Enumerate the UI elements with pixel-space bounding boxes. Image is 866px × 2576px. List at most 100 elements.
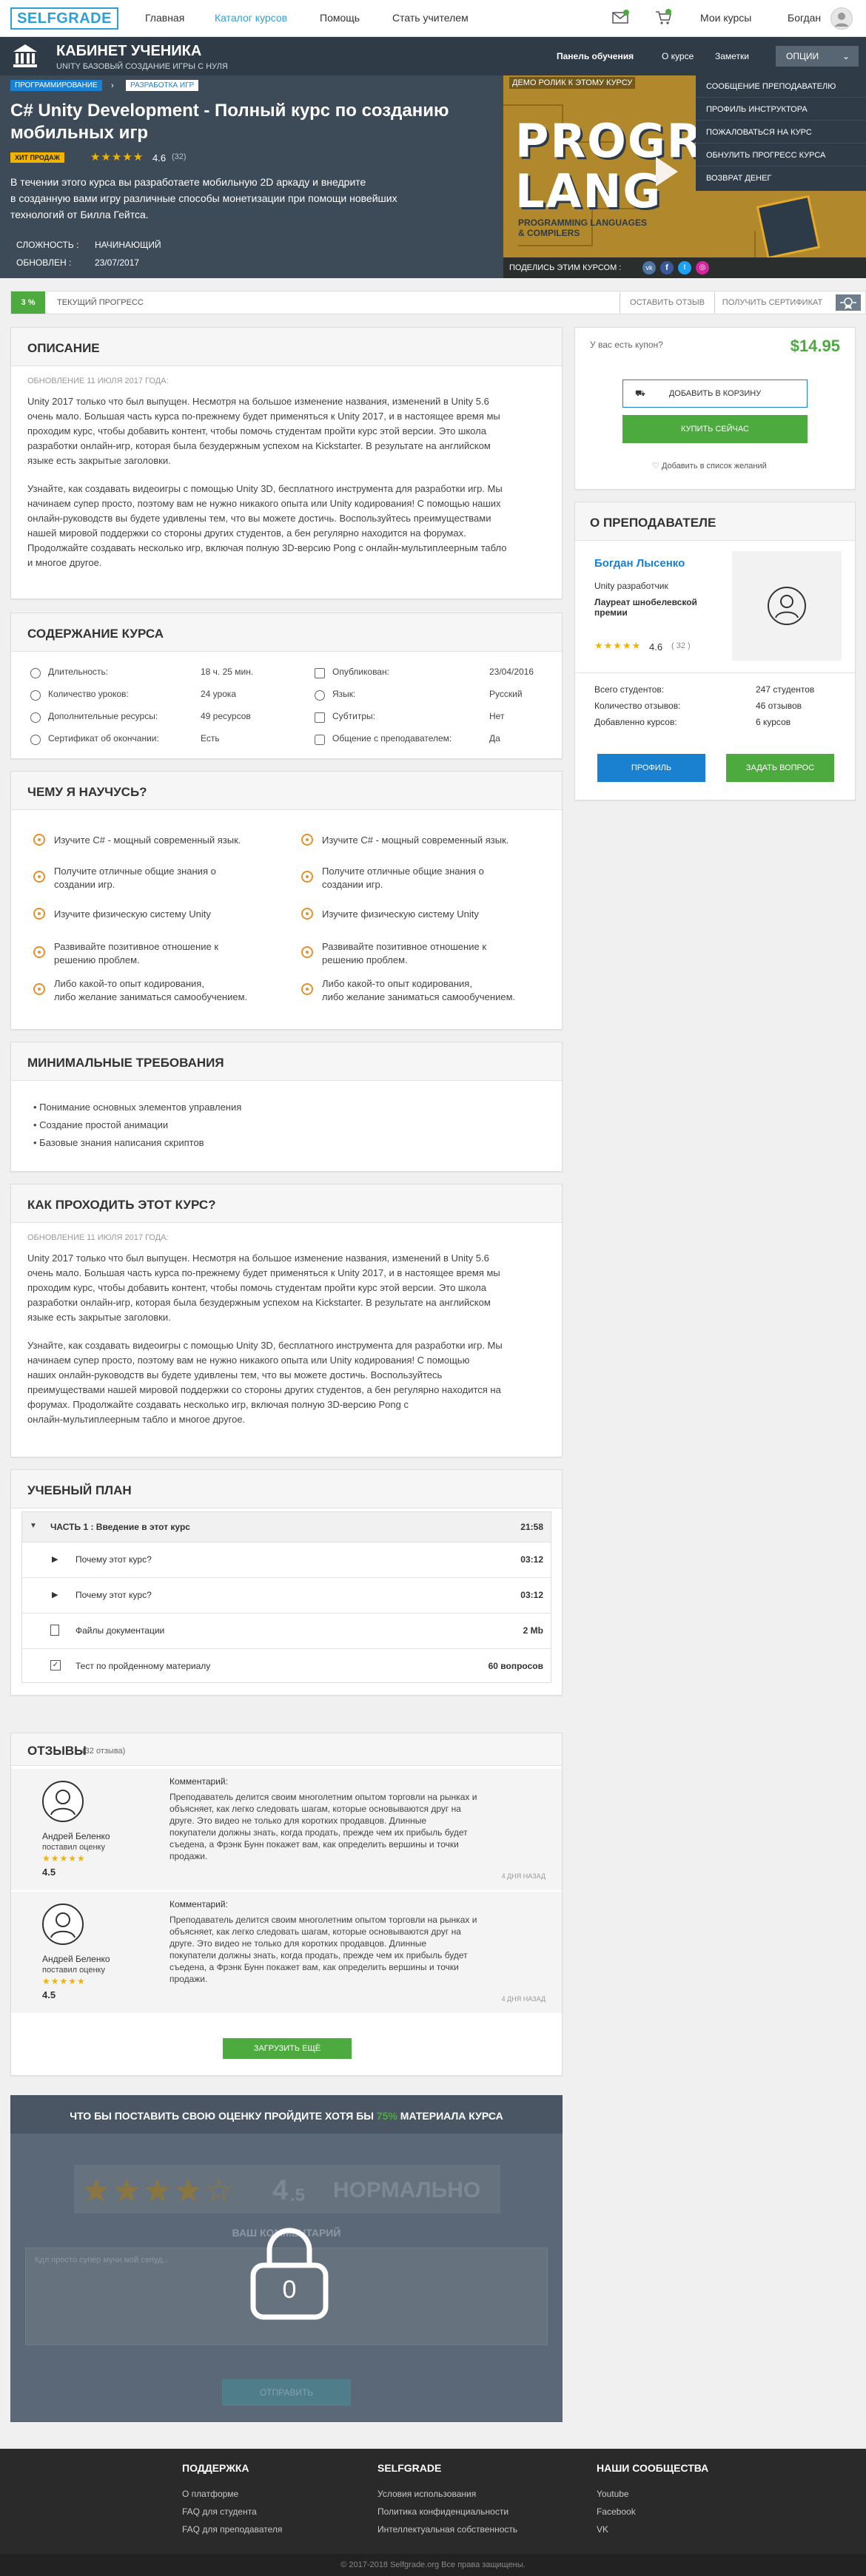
complexity-label: СЛОЖНОСТЬ : <box>16 240 79 250</box>
nav-help-link[interactable]: Помощь <box>320 12 360 24</box>
learn-left-item: Либо какой-то опыт кодирования, либо жела… <box>54 978 248 1002</box>
leave-review-button[interactable]: ОСТАВИТЬ ОТЗЫВ <box>620 292 714 313</box>
content-title: СОДЕРЖАНИЕ КУРСА <box>27 627 164 641</box>
description-title: ОПИСАНИЕ <box>27 341 100 355</box>
load-more-button[interactable]: ЗАГРУЗИТЬ ЕЩЁ <box>223 2038 352 2059</box>
user-name[interactable]: Богдан <box>788 12 821 24</box>
footer-link[interactable]: О платформе <box>182 2489 238 2499</box>
description-p1-line: проходим курс, чтобы добавить контент, ч… <box>27 425 486 436</box>
nav-teacher-link[interactable]: Стать учителем <box>392 12 469 24</box>
footer-link[interactable]: Youtube <box>597 2489 629 2499</box>
duration-value: 18 ч. 25 мин. <box>201 667 254 677</box>
learn-bullet-icon <box>301 946 313 958</box>
footer-link[interactable]: Facebook <box>597 2506 636 2517</box>
stat-label: Добавленно курсов: <box>594 717 677 727</box>
breadcrumb-programming[interactable]: ПРОГРАММИРОВАНИЕ <box>10 80 102 91</box>
buy-now-button[interactable]: КУПИТЬ СЕЙЧАС <box>622 415 808 443</box>
lesson-row[interactable]: ▶ Почему этот курс? 03:12 <box>22 1542 551 1577</box>
nav-home-link[interactable]: Главная <box>145 12 184 24</box>
avatar-icon[interactable] <box>830 7 853 30</box>
tab-about[interactable]: О курсе <box>662 51 694 61</box>
breadcrumb-game-dev[interactable]: РАЗРАБОТКА ИГР <box>126 80 199 91</box>
instagram-share-icon[interactable]: ◎ <box>696 261 709 274</box>
lessons-label: Количество уроков: <box>48 689 129 699</box>
published-value: 23/04/2016 <box>489 667 534 677</box>
teacher-rating: 4.6 <box>649 641 663 653</box>
menu-report-course[interactable]: ПОЖАЛОВАТЬСЯ НА КУРС <box>696 121 866 144</box>
school-icon <box>10 41 40 71</box>
lesson-size: 2 Mb <box>523 1625 543 1636</box>
teacher-profile-button[interactable]: ПРОФИЛЬ <box>597 754 705 782</box>
nav-catalog-link[interactable]: Каталог курсов <box>215 12 287 24</box>
rate-title: ЧТО БЫ ПОСТАВИТЬ СВОЮ ОЦЕНКУ ПРОЙДИТЕ ХО… <box>70 2110 503 2122</box>
wishlist-link[interactable]: ♡ Добавить в список желаний <box>652 461 767 471</box>
review-date: 4 ДНЯ НАЗАД <box>501 1872 546 1880</box>
learn-left-item: Изучите C# - мощный современный язык. <box>54 834 241 846</box>
facebook-share-icon[interactable]: f <box>660 261 674 274</box>
course-description-line3: технологий от Билла Гейтса. <box>10 209 149 220</box>
rate-score: 4 <box>272 2175 289 2206</box>
my-courses-link[interactable]: Мои курсы <box>700 12 751 24</box>
footer-link[interactable]: Условия использования <box>377 2489 476 2499</box>
video-sub-text: PROGRAMMING LANGUAGES <box>518 218 647 228</box>
footer-link[interactable]: FAQ для преподавателя <box>182 2524 282 2535</box>
menu-refund[interactable]: ВОЗВРАТ ДЕНЕГ <box>696 167 866 189</box>
lesson-row[interactable]: ▶ Почему этот курс? 03:12 <box>22 1577 551 1613</box>
footer-link[interactable]: VK <box>597 2524 608 2535</box>
footer-support-title: ПОДДЕРЖКА <box>182 2462 249 2474</box>
play-icon[interactable] <box>656 157 678 186</box>
progress-label: ТЕКУЩИЙ ПРОГРЕСС <box>57 298 144 307</box>
site-logo[interactable]: SELFGRADE <box>10 7 118 30</box>
cart-icon[interactable] <box>654 9 672 25</box>
learn-right-item: Изучите C# - мощный современный язык. <box>322 834 509 846</box>
menu-message-teacher[interactable]: СООБЩЕНИЕ ПРЕПОДАВАТЕЛЮ <box>696 75 866 98</box>
teacher-stars-icon: ★★★★★ <box>594 640 642 651</box>
lesson-row[interactable]: Файлы документации 2 Mb <box>22 1613 551 1648</box>
heart-icon: ♡ <box>652 462 659 471</box>
add-to-cart-button[interactable]: ⛟ ДОБАВИТЬ В КОРЗИНУ <box>622 380 808 408</box>
vk-share-icon[interactable]: vk <box>642 261 656 274</box>
teacher-name[interactable]: Богдан Лысенко <box>594 557 685 570</box>
footer-link[interactable]: Интеллектуальная собственность <box>377 2524 517 2535</box>
lesson-title: Файлы документации <box>75 1625 165 1636</box>
options-button[interactable]: ОПЦИИ ⌄ <box>776 46 859 67</box>
get-certificate-button[interactable]: ПОЛУЧИТЬ СЕРТИФИКАТ <box>714 292 830 313</box>
subtitles-label: Субтитры: <box>332 711 376 721</box>
footer-link[interactable]: FAQ для студента <box>182 2506 257 2517</box>
menu-instructor-profile[interactable]: ПРОФИЛЬ ИНСТРУКТОРА <box>696 98 866 121</box>
lesson-time: 03:12 <box>520 1554 543 1565</box>
ask-question-button[interactable]: ЗАДАТЬ ВОПРОС <box>726 754 834 782</box>
cabinet-header: КАБИНЕТ УЧЕНИКА UNITY БАЗОВЫЙ СОЗДАНИЕ И… <box>0 37 503 75</box>
learn-bullet-icon <box>33 834 45 846</box>
certificate-icon[interactable] <box>836 294 861 311</box>
avatar-icon <box>42 1904 84 1945</box>
tab-notes[interactable]: Заметки <box>715 51 749 61</box>
menu-reset-progress[interactable]: ОБНУЛИТЬ ПРОГРЕСС КУРСА <box>696 144 866 166</box>
description-p1-line: очень мало. Большая часть курса по-прежн… <box>27 411 500 422</box>
progress-percent: 3 % <box>11 291 45 314</box>
mail-icon[interactable] <box>611 9 629 25</box>
tab-dashboard[interactable]: Панель обучения <box>557 51 634 61</box>
review-item: Андрей Беленко поставил оценку ★★★★★ 4.5… <box>11 1769 562 1890</box>
certificate-icon <box>30 735 41 745</box>
description-p1-line: разработки онлайн-игр, которая была безу… <box>27 440 491 451</box>
teacher-chat-value: Да <box>489 733 500 744</box>
footer-link[interactable]: Политика конфиденциальности <box>377 2506 508 2517</box>
description-p2-line: Узнайте, как создавать видеоигры с помощ… <box>27 483 503 494</box>
resources-value: 49 ресурсов <box>201 711 251 721</box>
lesson-title: Тест по пройденному материалу <box>75 1661 211 1671</box>
demo-video[interactable]: ДЕМО РОЛИК К ЭТОМУ КУРСУ PROGRA LANG PRO… <box>503 75 866 278</box>
lesson-row[interactable]: ✓ Тест по пройденному материалу 60 вопро… <box>22 1648 551 1682</box>
bestseller-badge: ХИТ ПРОДАЖ <box>10 152 64 163</box>
cart-icon: ⛟ <box>635 389 645 398</box>
wishlist-label: Добавить в список желаний <box>661 462 767 471</box>
section-row[interactable]: ▼ ЧАСТЬ 1 : Введение в этот курс 21:58 <box>22 1512 551 1542</box>
rate-stars-icon[interactable]: ★★★★☆ <box>81 2172 235 2210</box>
progress-bar: 3 % ТЕКУЩИЙ ПРОГРЕСС ОСТАВИТЬ ОТЗЫВ ПОЛУ… <box>10 291 866 314</box>
stat-value: 46 отзывов <box>756 701 802 711</box>
submit-rating-button[interactable]: ОТПРАВИТЬ <box>222 2379 351 2406</box>
twitter-share-icon[interactable]: t <box>678 261 691 274</box>
coupon-link[interactable]: У вас есть купон? <box>590 340 663 350</box>
play-icon: ▶ <box>52 1555 58 1564</box>
rate-score-suffix: .5 <box>290 2185 306 2205</box>
